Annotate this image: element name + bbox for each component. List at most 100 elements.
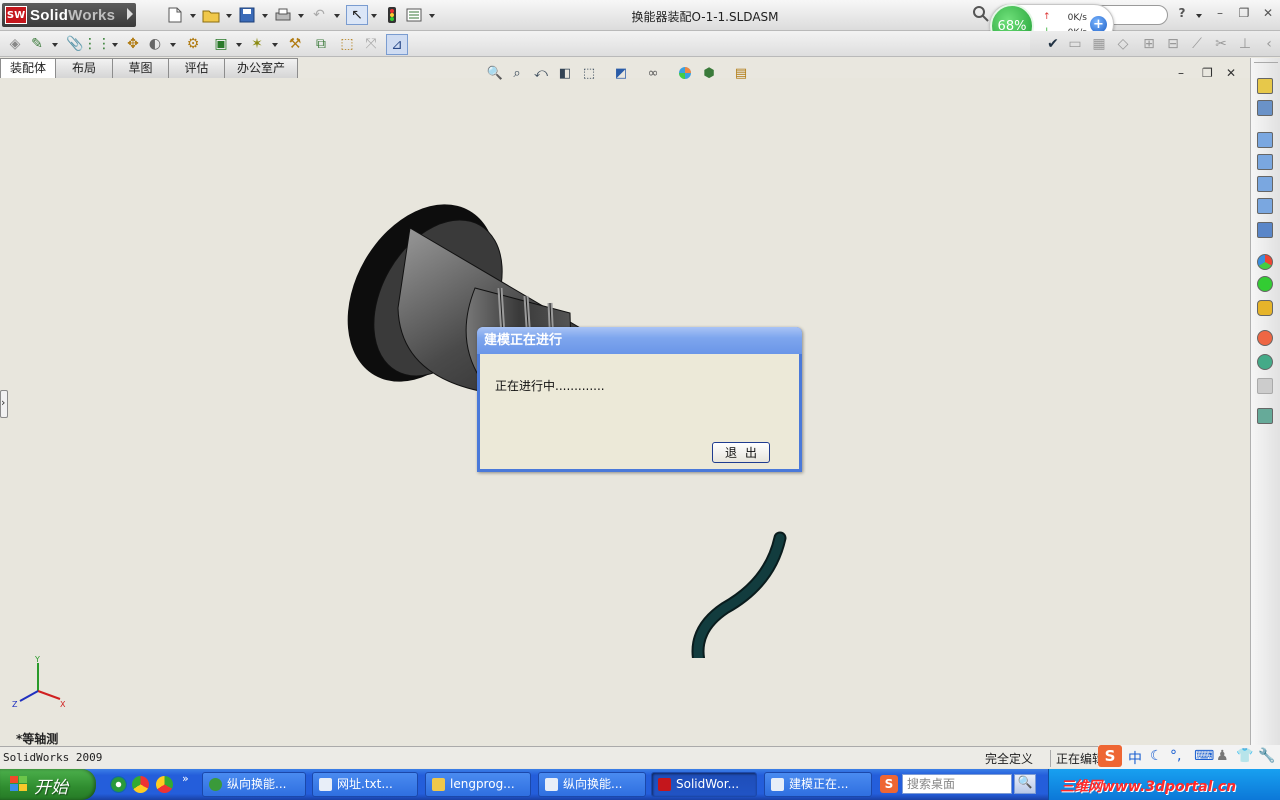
halfwidth-moon-icon[interactable]: ☾ [1150,748,1163,764]
help-dropdown-icon[interactable] [1196,14,1202,18]
explode-line-sketch-icon[interactable]: ⬚ [338,35,356,53]
split-icon[interactable]: ⊟ [1164,35,1182,53]
new-motion-study-icon[interactable]: ✶ [248,35,266,53]
select-dropdown-icon[interactable] [371,14,377,18]
hide-show-items-icon[interactable]: ∞ [644,64,662,82]
start-button[interactable]: 开始 [0,769,96,800]
display-style-icon[interactable]: ◩ [612,64,630,82]
quick-launch-browser-icon[interactable] [110,776,127,793]
solidworks-logo[interactable]: SW SolidWorks [2,3,136,27]
apply-scene-icon[interactable]: ⬢ [700,64,718,82]
grid-icon[interactable]: ▦ [1090,35,1108,53]
close-window-icon[interactable]: ✕ [1260,6,1276,22]
trim-icon[interactable]: ✂ [1212,35,1230,53]
feature-manager-collapse-handle[interactable] [0,390,8,418]
toolbox-icon[interactable] [1257,198,1273,214]
tab-sketch[interactable]: 草图 [112,58,169,78]
new-document-icon[interactable] [166,6,184,24]
restore-window-icon[interactable]: ❐ [1236,6,1252,22]
viewport-close-icon[interactable]: ✕ [1226,66,1236,80]
viewport-minimize-icon[interactable]: – [1178,66,1184,80]
taskbar-item-4[interactable]: 纵向换能... [538,772,646,797]
save-icon[interactable] [238,6,256,24]
zoom-to-area-icon[interactable]: ⌕ [508,64,526,82]
task-pane-grip[interactable] [1254,62,1278,63]
view-settings-icon[interactable]: ▤ [732,64,750,82]
taskbar-item-1[interactable]: 纵向换能... [202,772,306,797]
more-arrow-icon[interactable]: ‹ [1260,35,1278,53]
decals-icon[interactable] [1257,330,1273,346]
options-dropdown-icon[interactable] [429,14,435,18]
insert-components-icon[interactable]: ◈ [6,35,24,53]
options-icon[interactable] [405,6,423,24]
mate-icon[interactable]: 📎 [66,35,84,53]
rectangle-icon[interactable]: ▭ [1066,35,1084,53]
view-palette-icon[interactable] [1257,176,1273,192]
taskbar-item-2[interactable]: 网址.txt... [312,772,418,797]
search-icon[interactable] [972,5,992,25]
print-icon[interactable] [274,6,292,24]
taskbar-item-solidworks[interactable]: SolidWor... [651,772,757,797]
exit-button[interactable]: 退出 [712,442,770,463]
previous-view-icon[interactable]: ⤺ [532,64,550,82]
quick-launch-more-icon[interactable]: » [182,772,189,785]
appearances-icon[interactable] [1257,254,1273,270]
section-view-icon[interactable]: ◧ [556,64,574,82]
custom-properties-icon[interactable] [1257,378,1273,394]
diamond-icon[interactable]: ◇ [1114,35,1132,53]
sogou-taskbar-icon[interactable]: S [880,775,898,793]
tab-office-products[interactable]: 办公室产品 [224,58,298,93]
undo-icon[interactable]: ↶ [310,6,328,24]
desktop-search-input[interactable]: 搜索桌面 [902,774,1012,794]
frame-icon[interactable]: ⊞ [1140,35,1158,53]
quick-launch-chrome2-icon[interactable] [156,776,173,793]
dialog-title[interactable]: 建模正在进行 [477,327,802,354]
view-orientation-icon[interactable]: ⬚ [580,64,598,82]
sogou-ime-icon[interactable]: S [1098,745,1122,767]
interference-detection-icon[interactable]: ⤧ [362,35,380,53]
quick-launch-chrome-icon[interactable] [132,776,149,793]
design-library-icon[interactable] [1257,100,1273,116]
document-recovery-icon[interactable] [1257,222,1273,238]
open-folder-icon[interactable] [202,6,220,24]
viewport-restore-icon[interactable]: ❐ [1202,66,1213,80]
tools-wrench-icon[interactable]: 🔧 [1258,748,1275,764]
menu-flyout-arrow-icon[interactable] [127,8,133,20]
desktop-search-button[interactable]: 🔍 [1014,774,1036,794]
taskbar-item-dialog[interactable]: 建模正在... [764,772,872,797]
undo-dropdown-icon[interactable] [334,14,340,18]
edit-chart-icon[interactable] [1257,408,1273,424]
skin-icon[interactable]: 👕 [1236,748,1253,764]
move-component-icon[interactable]: ✥ [124,35,142,53]
new-part-icon[interactable]: ✎ [28,35,46,53]
show-dropdown-icon[interactable] [170,43,176,47]
assembly-features-icon[interactable]: ⚙ [184,35,202,53]
rebuild-traffic-light-icon[interactable] [383,6,401,24]
search-results-icon[interactable] [1257,154,1273,170]
punctuation-icon[interactable]: °, [1170,748,1181,764]
help-icon[interactable]: ? [1174,6,1190,22]
reference-geometry-icon[interactable]: ▣ [212,35,230,53]
check-icon[interactable]: ✔ [1044,35,1062,53]
anchor-icon[interactable]: ⊥ [1236,35,1254,53]
reference-dropdown-icon[interactable] [236,43,242,47]
tab-evaluate[interactable]: 评估 [168,58,225,78]
zoom-to-fit-icon[interactable]: 🔍 [486,64,504,82]
database-icon[interactable] [1257,300,1273,316]
render-tools-icon[interactable] [1257,354,1273,370]
tab-layout[interactable]: 布局 [55,58,113,78]
tab-assembly[interactable]: 装配体 [0,58,56,78]
pattern-dropdown-icon[interactable] [112,43,118,47]
taskbar-item-3[interactable]: lengprog... [425,772,531,797]
new-dropdown-icon[interactable] [190,14,196,18]
save-dropdown-icon[interactable] [262,14,268,18]
edit-appearance-icon[interactable] [676,64,694,82]
select-pointer-icon[interactable]: ↖ [346,5,368,25]
exploded-view-icon[interactable]: ⧉ [312,35,330,53]
solidworks-resources-icon[interactable] [1257,78,1273,94]
motion-dropdown-icon[interactable] [272,43,278,47]
linear-pattern-icon[interactable]: ⋮⋮ [83,35,111,53]
open-dropdown-icon[interactable] [226,14,232,18]
show-hidden-icon[interactable]: ◐ [146,35,164,53]
insert-dropdown-icon[interactable] [52,43,58,47]
